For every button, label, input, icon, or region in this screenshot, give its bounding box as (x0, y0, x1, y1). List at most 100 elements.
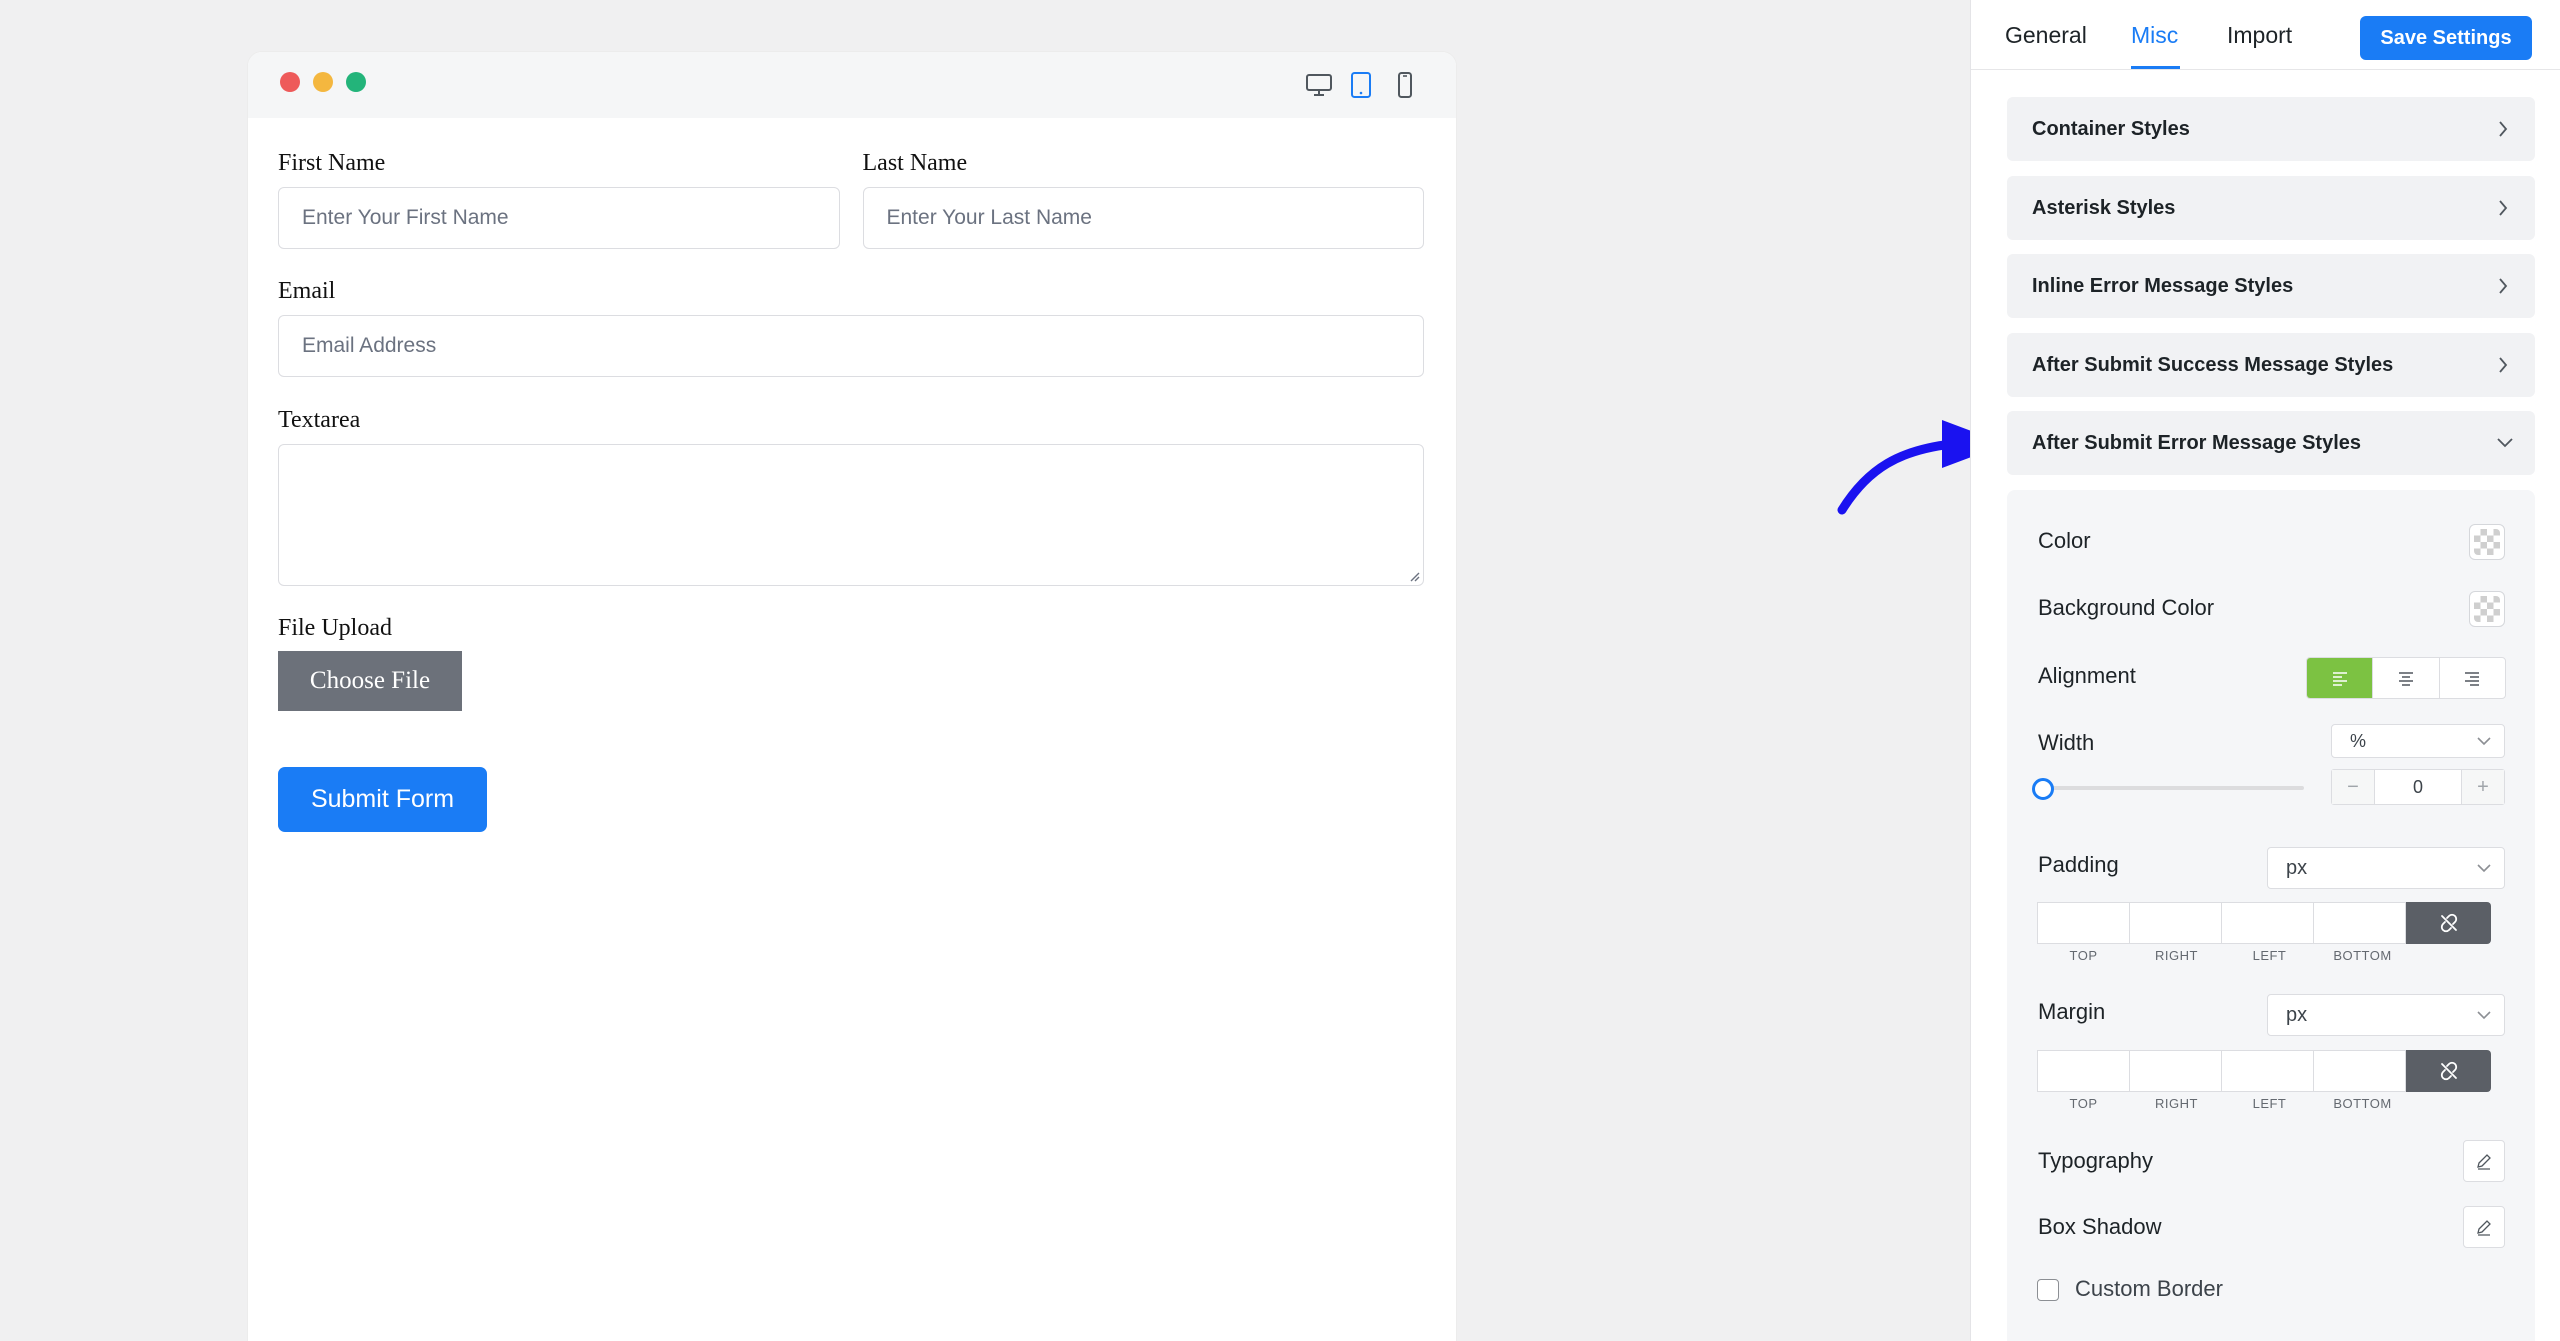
resize-handle-icon[interactable] (1406, 568, 1420, 582)
dim-label-left: LEFT (2252, 948, 2287, 963)
dim-label-top: TOP (2069, 1096, 2098, 1111)
section-container-styles[interactable]: Container Styles (2007, 97, 2535, 161)
section-title: After Submit Success Message Styles (2032, 353, 2394, 376)
first-name-input[interactable]: Enter Your First Name (278, 187, 840, 249)
padding-right-input[interactable] (2129, 902, 2222, 944)
width-unit-select[interactable]: % (2331, 724, 2505, 758)
color-label: Color (2038, 528, 2091, 553)
padding-inputs (2037, 902, 2491, 944)
custom-border-label: Custom Border (2075, 1276, 2223, 1301)
window-close-dot (280, 72, 300, 92)
margin-inputs (2037, 1050, 2491, 1092)
padding-unit-select[interactable]: px (2267, 847, 2505, 889)
chevron-down-icon (2497, 438, 2513, 448)
padding-top-input[interactable] (2037, 902, 2130, 944)
custom-border-checkbox[interactable] (2037, 1279, 2059, 1301)
active-tab-indicator (2131, 66, 2180, 69)
form-preview: First Name Enter Your First Name Last Na… (248, 52, 1456, 1341)
margin-dim-labels: TOP RIGHT LEFT BOTTOM (2037, 1096, 2409, 1111)
margin-link-button[interactable] (2406, 1050, 2491, 1092)
width-increment-button[interactable]: + (2462, 770, 2504, 804)
padding-label: Padding (2038, 852, 2119, 877)
transparent-swatch-icon (2474, 529, 2500, 555)
width-slider-track[interactable] (2042, 786, 2304, 790)
tab-misc[interactable]: Misc (2131, 22, 2178, 49)
dim-label-right: RIGHT (2155, 1096, 2198, 1111)
align-center-icon (2398, 672, 2413, 686)
width-decrement-button[interactable]: − (2332, 770, 2374, 804)
window-maximize-dot (346, 72, 366, 92)
margin-top-input[interactable] (2037, 1050, 2130, 1092)
textarea-input[interactable] (278, 444, 1424, 586)
align-center-button[interactable] (2373, 658, 2440, 698)
textarea-label: Textarea (278, 407, 361, 433)
typography-edit-button[interactable] (2463, 1140, 2505, 1182)
width-value-input[interactable]: 0 (2374, 770, 2462, 804)
padding-link-button[interactable] (2406, 902, 2491, 944)
align-right-icon (2465, 672, 2480, 686)
section-inline-error-styles[interactable]: Inline Error Message Styles (2007, 254, 2535, 318)
box-shadow-edit-button[interactable] (2463, 1206, 2505, 1248)
chevron-right-icon (2499, 278, 2508, 294)
section-error-message-styles[interactable]: After Submit Error Message Styles (2007, 411, 2535, 475)
mobile-icon[interactable] (1388, 68, 1422, 102)
width-slider-handle[interactable] (2032, 778, 2054, 800)
chevron-right-icon (2499, 200, 2508, 216)
contact-form: First Name Enter Your First Name Last Na… (278, 150, 1424, 832)
padding-bottom-input[interactable] (2313, 902, 2406, 944)
dim-label-top: TOP (2069, 948, 2098, 963)
section-success-message-styles[interactable]: After Submit Success Message Styles (2007, 333, 2535, 397)
preview-toolbar (248, 52, 1456, 118)
file-upload-label: File Upload (278, 615, 392, 641)
email-label: Email (278, 278, 336, 304)
margin-unit-value: px (2286, 1003, 2308, 1026)
transparent-swatch-icon (2474, 596, 2500, 622)
dim-label-right: RIGHT (2155, 948, 2198, 963)
chevron-down-icon (2477, 864, 2491, 873)
dim-label-bottom: BOTTOM (2333, 1096, 2392, 1111)
unlink-icon (2440, 1061, 2457, 1081)
margin-right-input[interactable] (2129, 1050, 2222, 1092)
last-name-label: Last Name (862, 150, 968, 176)
choose-file-button[interactable]: Choose File (278, 651, 462, 711)
width-stepper: − 0 + (2331, 769, 2505, 805)
alignment-control (2306, 657, 2506, 699)
last-name-input[interactable]: Enter Your Last Name (862, 187, 1424, 249)
section-asterisk-styles[interactable]: Asterisk Styles (2007, 176, 2535, 240)
padding-left-input[interactable] (2221, 902, 2314, 944)
email-input[interactable]: Email Address (278, 315, 1424, 377)
settings-panel: General Misc Import Save Settings Contai… (1970, 0, 2560, 1341)
alignment-label: Alignment (2038, 663, 2136, 688)
align-right-button[interactable] (2440, 658, 2505, 698)
margin-unit-select[interactable]: px (2267, 994, 2505, 1036)
section-title: Container Styles (2032, 117, 2190, 140)
margin-bottom-input[interactable] (2313, 1050, 2406, 1092)
width-unit-value: % (2350, 730, 2367, 751)
dim-label-bottom: BOTTOM (2333, 948, 2392, 963)
chevron-down-icon (2477, 737, 2491, 746)
submit-form-button[interactable]: Submit Form (278, 767, 487, 832)
pencil-icon (2477, 1154, 2491, 1170)
box-shadow-label: Box Shadow (2038, 1214, 2162, 1239)
section-title: After Submit Error Message Styles (2032, 431, 2361, 454)
save-settings-button[interactable]: Save Settings (2360, 16, 2532, 60)
chevron-down-icon (2477, 1011, 2491, 1020)
settings-tabs: General Misc Import Save Settings (1971, 0, 2560, 70)
tablet-icon[interactable] (1344, 68, 1378, 102)
desktop-icon[interactable] (1302, 68, 1336, 102)
tab-import[interactable]: Import (2227, 22, 2292, 49)
width-label: Width (2038, 730, 2095, 755)
background-color-picker[interactable] (2469, 591, 2505, 627)
color-picker[interactable] (2469, 524, 2505, 560)
margin-left-input[interactable] (2221, 1050, 2314, 1092)
tab-general[interactable]: General (2005, 22, 2087, 49)
padding-dim-labels: TOP RIGHT LEFT BOTTOM (2037, 948, 2409, 963)
pencil-icon (2477, 1220, 2491, 1236)
align-left-button[interactable] (2307, 658, 2374, 698)
error-message-style-controls: Color Background Color Alignment Width % (2007, 490, 2535, 1341)
unlink-icon (2440, 913, 2457, 933)
typography-label: Typography (2038, 1148, 2153, 1173)
window-minimize-dot (313, 72, 333, 92)
section-title: Asterisk Styles (2032, 196, 2176, 219)
align-left-icon (2332, 672, 2347, 686)
